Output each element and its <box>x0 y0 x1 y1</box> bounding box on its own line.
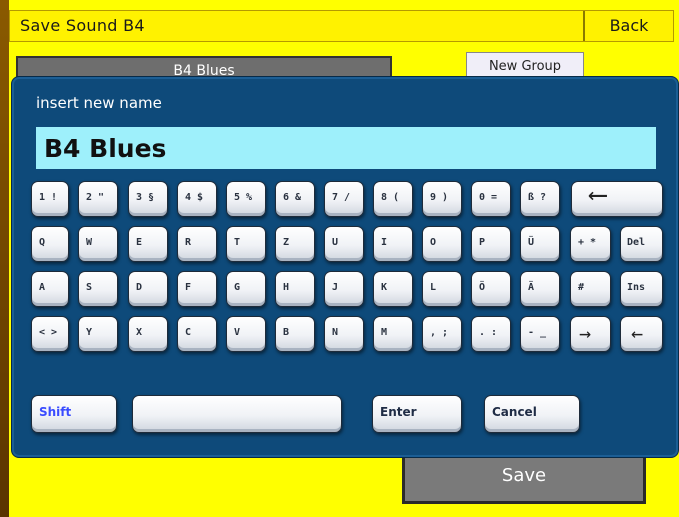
key-l[interactable]: L <box>422 271 462 307</box>
key-g[interactable]: G <box>226 271 266 307</box>
key-p[interactable]: P <box>471 226 511 262</box>
key-x[interactable]: X <box>128 316 168 352</box>
delete-key[interactable]: Del <box>620 226 663 262</box>
key-angle[interactable]: < > <box>31 316 69 352</box>
dialog-prompt: insert new name <box>36 94 162 112</box>
key-e[interactable]: E <box>128 226 168 262</box>
right-arrow-key[interactable]: → <box>570 316 611 352</box>
key-b[interactable]: B <box>275 316 315 352</box>
key-m[interactable]: M <box>373 316 413 352</box>
key-t[interactable]: T <box>226 226 266 262</box>
key-comma[interactable]: , ; <box>422 316 462 352</box>
key-i[interactable]: I <box>373 226 413 262</box>
key-a[interactable]: A <box>31 271 69 307</box>
key-w[interactable]: W <box>78 226 118 262</box>
key-r[interactable]: R <box>177 226 217 262</box>
key-0[interactable]: 0 = <box>471 181 511 217</box>
key-f[interactable]: F <box>177 271 217 307</box>
backspace-key[interactable]: ⟵ <box>571 180 663 217</box>
keyboard-dialog: insert new name 1 ! 2 " 3 § 4 $ 5 % 6 & … <box>11 76 679 458</box>
insert-key[interactable]: Ins <box>620 271 663 307</box>
name-input[interactable] <box>36 127 656 169</box>
backspace-arrow-icon: ⟵ <box>590 180 606 210</box>
key-o[interactable]: O <box>422 226 462 262</box>
key-n[interactable]: N <box>324 316 364 352</box>
key-period[interactable]: . : <box>471 316 511 352</box>
key-7[interactable]: 7 / <box>324 181 364 217</box>
key-2[interactable]: 2 " <box>78 181 118 217</box>
key-k[interactable]: K <box>373 271 413 307</box>
left-arrow-icon: ← <box>631 321 644 345</box>
cancel-key[interactable]: Cancel <box>484 395 580 433</box>
key-hash[interactable]: # <box>570 271 611 307</box>
key-plus[interactable]: + * <box>570 226 611 262</box>
key-sz[interactable]: ß ? <box>520 181 560 217</box>
back-button[interactable]: Back <box>583 11 673 41</box>
key-ue[interactable]: Ü <box>520 226 560 262</box>
enter-key[interactable]: Enter <box>372 395 462 433</box>
key-d[interactable]: D <box>128 271 168 307</box>
key-y[interactable]: Y <box>78 316 118 352</box>
key-u[interactable]: U <box>324 226 364 262</box>
left-edge-strip <box>0 0 9 517</box>
shift-key[interactable]: Shift <box>31 395 117 433</box>
key-oe[interactable]: Ö <box>471 271 511 307</box>
key-h[interactable]: H <box>275 271 315 307</box>
right-arrow-icon: → <box>579 321 592 345</box>
space-key[interactable] <box>132 395 342 433</box>
key-1[interactable]: 1 ! <box>31 181 69 217</box>
key-6[interactable]: 6 & <box>275 181 315 217</box>
key-4[interactable]: 4 $ <box>177 181 217 217</box>
key-s[interactable]: S <box>78 271 118 307</box>
key-z[interactable]: Z <box>275 226 315 262</box>
key-j[interactable]: J <box>324 271 364 307</box>
key-5[interactable]: 5 % <box>226 181 266 217</box>
key-c[interactable]: C <box>177 316 217 352</box>
key-8[interactable]: 8 ( <box>373 181 413 217</box>
left-arrow-key[interactable]: ← <box>620 316 663 352</box>
key-3[interactable]: 3 § <box>128 181 168 217</box>
title-bar: Save Sound B4 Back <box>9 10 674 42</box>
page-title: Save Sound B4 <box>20 16 145 35</box>
key-ae[interactable]: Ä <box>520 271 560 307</box>
key-v[interactable]: V <box>226 316 266 352</box>
key-dash[interactable]: - _ <box>520 316 560 352</box>
key-9[interactable]: 9 ) <box>422 181 462 217</box>
save-button[interactable]: Save <box>402 452 646 504</box>
key-q[interactable]: Q <box>31 226 69 262</box>
